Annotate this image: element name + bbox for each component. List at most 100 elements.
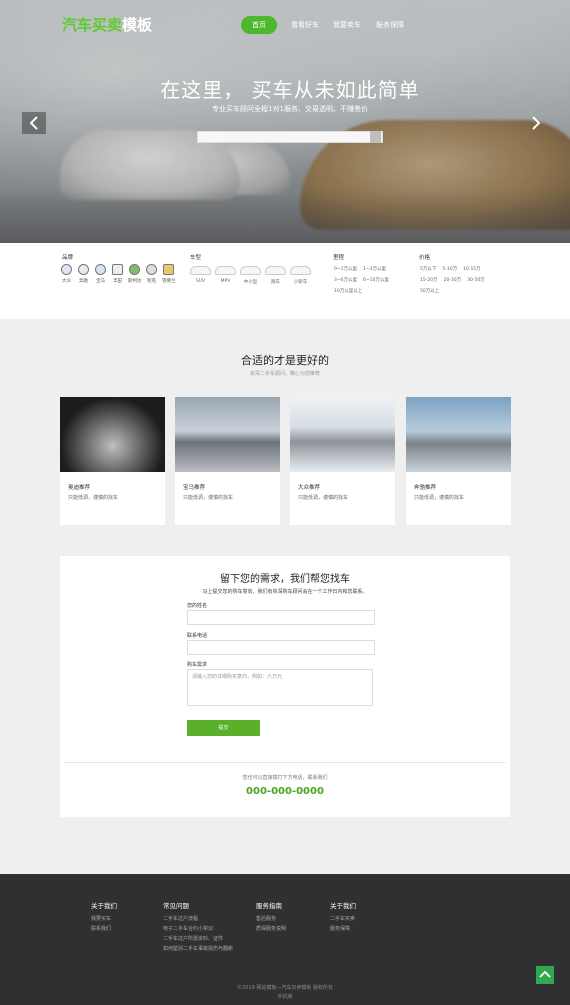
call-text: 您也可以直接拨打下方电话，联系我们 xyxy=(242,775,328,781)
hero-subtitle: 专业买车顾问全程1对1服务、交易透明、不赚差价 xyxy=(212,105,368,113)
car-image xyxy=(60,397,165,472)
brand-item[interactable]: 丰田 xyxy=(111,264,124,284)
price-label: 价格 xyxy=(419,255,431,261)
skoda-logo-icon xyxy=(129,264,140,275)
card-desc: 只能低调，谨慎的找车 xyxy=(183,495,234,501)
footer-link[interactable]: 我要买车 xyxy=(91,914,117,924)
mobile-link[interactable]: 手机版 xyxy=(0,993,570,1000)
card-desc: 只能低调，谨慎的找车 xyxy=(414,495,465,501)
type-item[interactable]: SUV xyxy=(190,264,211,285)
price-option[interactable]: 5万以下 xyxy=(420,264,436,275)
car-card[interactable]: 奥迪推荐 只能低调，谨慎的找车 xyxy=(60,397,165,525)
card-desc: 只能低调，谨慎的找车 xyxy=(298,495,349,501)
mileage-option[interactable]: 3~6万公里 xyxy=(334,275,357,286)
recommend-subtitle: 资深二手车顾问，精心为您推荐 xyxy=(249,371,320,377)
phone-number[interactable]: 000-000-0000 xyxy=(60,786,510,797)
car-card[interactable]: 奔驰推荐 只能低调，谨慎的找车 xyxy=(406,397,511,525)
nav-sell-car[interactable]: 我要卖车 xyxy=(325,16,369,34)
footer-link[interactable]: 如何鉴别二手车事故损伤与翻新 xyxy=(163,944,233,954)
type-item[interactable]: 跑车 xyxy=(265,264,286,285)
footer-column: 常见问题 二手车过户流程 电子二手车合约小常识 二手车过户所需资料、证件 如何鉴… xyxy=(163,900,233,954)
type-item[interactable]: MPV xyxy=(215,264,236,285)
footer-link[interactable]: 联系我们 xyxy=(91,924,117,934)
sports-car-icon xyxy=(265,266,286,275)
chevrolet-logo-icon xyxy=(163,264,174,275)
type-item[interactable]: 中小型 xyxy=(240,264,261,285)
nav-home[interactable]: 首页 xyxy=(241,16,277,34)
nav-service[interactable]: 服务保障 xyxy=(369,16,411,34)
divider xyxy=(64,762,506,763)
car-image xyxy=(406,397,511,472)
need-textarea[interactable]: 请输入您的详细购买意向，例如：六万元 xyxy=(187,669,373,706)
price-option[interactable]: 30-50万 xyxy=(467,275,485,286)
name-input[interactable] xyxy=(187,610,375,625)
logo-text-green: 汽车买卖 xyxy=(62,16,123,34)
price-option[interactable]: 10-15万 xyxy=(463,264,481,275)
brand-list: 大众 奔驰 宝马 丰田 斯柯达 别克 雪佛兰 xyxy=(60,264,176,284)
mileage-option[interactable]: 6~10万公里 xyxy=(363,275,389,286)
type-item[interactable]: 小轿车 xyxy=(290,264,311,285)
footer-col-title: 服务指南 xyxy=(256,902,282,910)
sedan-car-icon xyxy=(290,266,311,275)
phone-label: 联系电话 xyxy=(187,633,208,639)
car-image xyxy=(175,397,280,472)
footer-link[interactable]: 售后服务 xyxy=(256,914,286,924)
car-card[interactable]: 宝马推荐 只能低调，谨慎的找车 xyxy=(175,397,280,525)
brand-item[interactable]: 别克 xyxy=(145,264,158,284)
price-option[interactable]: 20-30万 xyxy=(444,275,462,286)
search-button[interactable] xyxy=(370,131,381,143)
logo-text: 模板 xyxy=(122,16,153,34)
price-option[interactable]: 15-20万 xyxy=(420,275,438,286)
submit-button[interactable]: 提交 xyxy=(187,720,260,736)
benz-logo-icon xyxy=(78,264,89,275)
copyright: ©2019 网站模板—汽车买卖模板 版权所有 xyxy=(237,985,333,991)
footer-col-title: 常见问题 xyxy=(163,902,189,910)
carousel-prev-button[interactable] xyxy=(22,112,46,134)
name-label: 您的姓名 xyxy=(187,603,208,609)
brand-item[interactable]: 斯柯达 xyxy=(128,264,142,284)
arrow-left-icon xyxy=(29,116,38,130)
arrow-right-icon xyxy=(532,116,541,130)
footer-link[interactable]: 二手车过户所需资料、证件 xyxy=(163,934,233,944)
brand-item[interactable]: 宝马 xyxy=(94,264,107,284)
footer-col-title: 关于我们 xyxy=(330,902,356,910)
footer-link[interactable]: 二手车买卖 xyxy=(330,914,356,924)
brand-item[interactable]: 大众 xyxy=(60,264,73,284)
need-label: 购车需求 xyxy=(187,662,208,668)
card-title: 奥迪推荐 xyxy=(68,485,91,491)
footer-link[interactable]: 二手车过户流程 xyxy=(163,914,233,924)
mileage-option[interactable]: 0~1万公里 xyxy=(334,264,357,275)
card-desc: 只能低调，谨慎的找车 xyxy=(68,495,119,501)
footer-link[interactable]: 服务保障 xyxy=(330,924,356,934)
carousel-next-button[interactable] xyxy=(524,112,548,134)
toyota-logo-icon xyxy=(112,264,123,275)
recommend-title: 合适的才是更好的 xyxy=(241,354,329,367)
back-to-top-button[interactable] xyxy=(536,966,554,984)
mileage-options: 0~1万公里 1~3万公里 3~6万公里 6~10万公里 10万公里以上 xyxy=(334,264,424,297)
main-nav: 首页 看看好车 我要卖车 服务保障 xyxy=(241,16,411,34)
form-title: 留下您的需求，我们帮您找车 xyxy=(220,574,350,585)
footer: 关于我们 我要买车 联系我们 常见问题 二手车过户流程 电子二手车合约小常识 二… xyxy=(0,874,570,1005)
nav-browse-cars[interactable]: 看看好车 xyxy=(285,16,325,34)
car-card[interactable]: 大众推荐 只能低调，谨慎的找车 xyxy=(290,397,395,525)
site-logo[interactable]: 汽车买卖模板 xyxy=(62,14,152,35)
footer-link[interactable]: 电子二手车合约小常识 xyxy=(163,924,233,934)
price-option[interactable]: 5-10万 xyxy=(442,264,457,275)
hero-banner: 汽车买卖模板 首页 看看好车 我要卖车 服务保障 在这里， 买车从未如此简单 专… xyxy=(0,0,570,243)
type-list: SUV MPV 中小型 跑车 小轿车 xyxy=(190,264,311,285)
type-label: 车型 xyxy=(190,255,202,261)
hero-title: 在这里， 买车从未如此简单 xyxy=(160,78,420,102)
brand-item[interactable]: 奔驰 xyxy=(77,264,90,284)
footer-column: 关于我们 二手车买卖 服务保障 xyxy=(330,900,356,934)
footer-link[interactable]: 质保服务说明 xyxy=(256,924,286,934)
price-option[interactable]: 50万以上 xyxy=(420,286,439,297)
phone-input[interactable] xyxy=(187,640,375,655)
brand-item[interactable]: 雪佛兰 xyxy=(162,264,176,284)
footer-column: 关于我们 我要买车 联系我们 xyxy=(91,900,117,934)
back-to-top-icon xyxy=(539,970,551,978)
search-input[interactable] xyxy=(197,131,383,143)
mileage-option[interactable]: 10万公里以上 xyxy=(334,286,362,297)
mileage-option[interactable]: 1~3万公里 xyxy=(363,264,386,275)
form-subtitle: 马上提交您的购车意向，我们有资深购车顾问会在一个工作日内和您联系。 xyxy=(202,589,368,595)
brand-label: 品牌 xyxy=(62,255,74,261)
